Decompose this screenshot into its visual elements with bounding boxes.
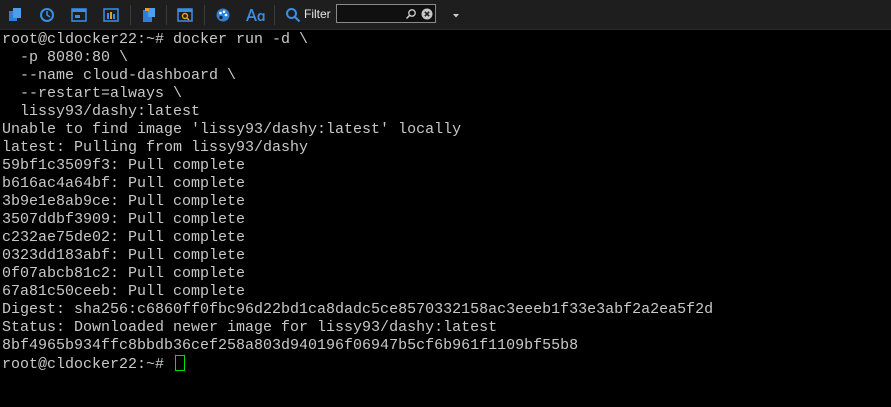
filter-input[interactable] bbox=[339, 6, 403, 21]
terminal-line: b616ac4a64bf: Pull complete bbox=[2, 175, 246, 192]
toolbar-divider bbox=[204, 5, 205, 25]
terminal-cursor bbox=[175, 355, 186, 371]
terminal-line: root@cldocker22:~# docker run -d \ bbox=[2, 31, 309, 48]
find-window-icon[interactable] bbox=[174, 4, 196, 26]
search-icon bbox=[405, 7, 417, 25]
terminal-prompt: root@cldocker22:~# bbox=[2, 356, 165, 373]
search-icon bbox=[282, 4, 304, 26]
terminal-line: 3507ddbf3909: Pull complete bbox=[2, 211, 246, 228]
grid-icon[interactable] bbox=[100, 4, 122, 26]
terminal-toolbar: Filter bbox=[0, 0, 891, 30]
terminal-line: 0323dd183abf: Pull complete bbox=[2, 247, 246, 264]
terminal-line: 59bf1c3509f3: Pull complete bbox=[2, 157, 246, 174]
terminal-line: Status: Downloaded newer image for lissy… bbox=[2, 319, 498, 336]
window-layout-icon[interactable] bbox=[68, 4, 90, 26]
filter-field[interactable] bbox=[336, 4, 436, 23]
toolbar-divider bbox=[166, 5, 167, 25]
filter-label: Filter bbox=[304, 7, 331, 21]
history-icon[interactable] bbox=[36, 4, 58, 26]
terminal-output[interactable]: root@cldocker22:~# docker run -d \ -p 80… bbox=[0, 31, 891, 407]
terminal-line: 0f07abcb81c2: Pull complete bbox=[2, 265, 246, 282]
palette-icon[interactable] bbox=[212, 4, 234, 26]
terminal-line: --name cloud-dashboard \ bbox=[2, 67, 237, 84]
terminal-line: Digest: sha256:c6860ff0fbc96d22bd1ca8dad… bbox=[2, 301, 714, 318]
terminal-line: 8bf4965b934ffc8bbdb36cef258a803d940196f0… bbox=[2, 337, 579, 354]
copy-icon[interactable] bbox=[4, 4, 26, 26]
terminal-prompt-line[interactable]: root@cldocker22:~# bbox=[2, 355, 186, 373]
terminal-line: 3b9e1e8ab9ce: Pull complete bbox=[2, 193, 246, 210]
terminal-line: -p 8080:80 \ bbox=[2, 49, 129, 66]
font-icon[interactable] bbox=[244, 4, 266, 26]
terminal-line: Unable to find image 'lissy93/dashy:late… bbox=[2, 121, 462, 138]
dropdown-arrow-icon[interactable] bbox=[445, 4, 467, 26]
terminal-line: --restart=always \ bbox=[2, 85, 183, 102]
terminal-line: lissy93/dashy:latest bbox=[2, 103, 201, 120]
paste-icon[interactable] bbox=[138, 4, 160, 26]
terminal-line: c232ae75de02: Pull complete bbox=[2, 229, 246, 246]
clear-icon[interactable] bbox=[421, 7, 433, 25]
toolbar-divider bbox=[130, 5, 131, 25]
terminal-line: 67a81c50ceeb: Pull complete bbox=[2, 283, 246, 300]
toolbar-divider bbox=[274, 5, 275, 25]
terminal-line: latest: Pulling from lissy93/dashy bbox=[2, 139, 309, 156]
